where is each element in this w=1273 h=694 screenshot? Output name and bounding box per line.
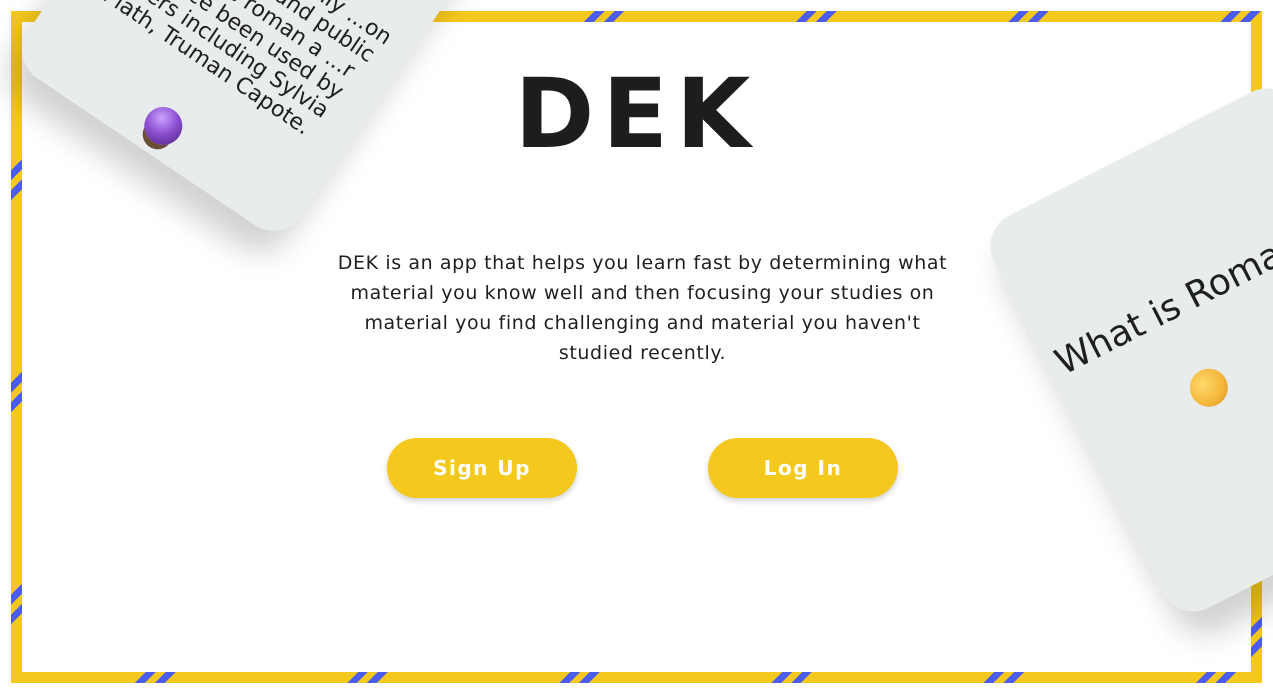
app-description: DEK is an app that helps you learn fast … <box>337 252 948 364</box>
flashcard-right-text: What is Roman à c <box>1048 194 1273 384</box>
app-title: DEK <box>514 58 759 170</box>
flashcard-right-question: What is Roman à c <box>1048 194 1273 384</box>
sign-up-button[interactable]: Sign Up <box>387 438 577 498</box>
thinking-face-icon <box>1183 362 1238 421</box>
log-in-button[interactable]: Log In <box>708 438 898 498</box>
